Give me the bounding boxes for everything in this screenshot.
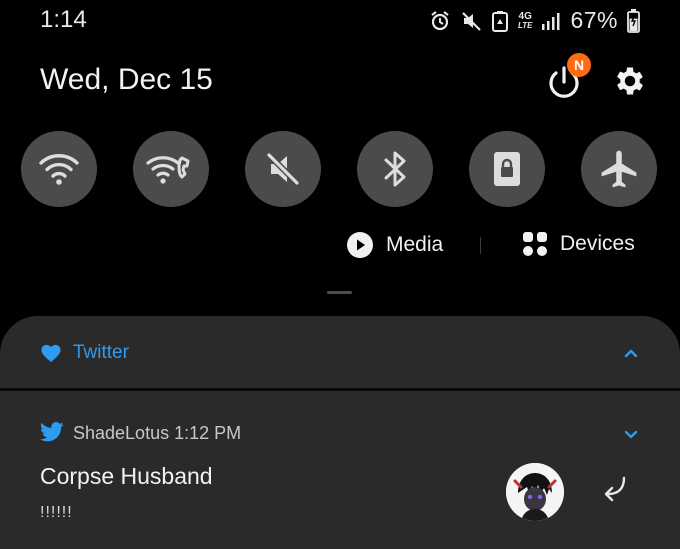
wifi-icon (39, 154, 79, 185)
notification-item[interactable]: ShadeLotus 1:12 PM Corpse Husband !!!!!! (0, 391, 680, 549)
devices-button[interactable]: Devices (522, 231, 635, 257)
twitter-bird-icon (40, 422, 64, 447)
notification-panel: Twitter ShadeLotus 1:12 PM Corpse Husban… (0, 316, 680, 549)
status-bar: 1:14 4G LTE 67% (0, 0, 680, 40)
network-subtype: LTE (517, 20, 533, 30)
bluetooth-icon (384, 151, 406, 187)
wifi-calling-icon (146, 156, 190, 184)
status-icons: 4G LTE 67% (429, 7, 640, 34)
notification-group-title: Twitter (73, 342, 129, 363)
divider (480, 237, 481, 254)
gear-icon (617, 67, 643, 95)
media-devices-row: Media Devices (0, 228, 680, 264)
drag-handle[interactable] (327, 291, 352, 294)
avatar (506, 463, 564, 521)
notification-badge: N (567, 53, 591, 77)
media-label: Media (386, 233, 444, 256)
sound-tile[interactable] (245, 131, 321, 207)
signal-icon (541, 11, 561, 31)
recycle-icon (491, 10, 509, 32)
notification-meta: ShadeLotus 1:12 PM (73, 423, 242, 443)
notification-group-header[interactable]: Twitter (0, 316, 680, 388)
battery-icon (627, 8, 640, 33)
screen-lock-icon (494, 152, 520, 186)
devices-icon (523, 232, 547, 256)
notification-body: !!!!!! (40, 504, 73, 521)
screen-lock-tile[interactable] (469, 131, 545, 207)
play-icon (347, 232, 373, 258)
mute-icon (266, 152, 300, 186)
chevron-up-icon[interactable] (623, 346, 639, 364)
settings-button[interactable] (612, 63, 648, 99)
status-time: 1:14 (40, 6, 87, 33)
chevron-down-icon[interactable] (623, 428, 639, 446)
battery-percent: 67% (570, 7, 618, 33)
devices-label: Devices (560, 232, 635, 255)
alarm-icon (429, 10, 451, 32)
wifi-calling-tile[interactable] (133, 131, 209, 207)
quick-settings-tiles (21, 131, 661, 207)
airplane-mode-icon (601, 150, 637, 188)
4g-lte-icon: 4G LTE (517, 10, 533, 30)
date-label: Wed, Dec 15 (40, 63, 213, 96)
notification-title: Corpse Husband (40, 463, 213, 489)
bluetooth-tile[interactable] (357, 131, 433, 207)
media-button[interactable]: Media (346, 231, 443, 259)
reply-icon[interactable] (596, 475, 628, 508)
wifi-tile[interactable] (21, 131, 97, 207)
mute-icon (460, 10, 482, 32)
network-type: 4G (518, 10, 532, 22)
airplane-mode-tile[interactable] (581, 131, 657, 207)
heart-icon (40, 343, 62, 368)
